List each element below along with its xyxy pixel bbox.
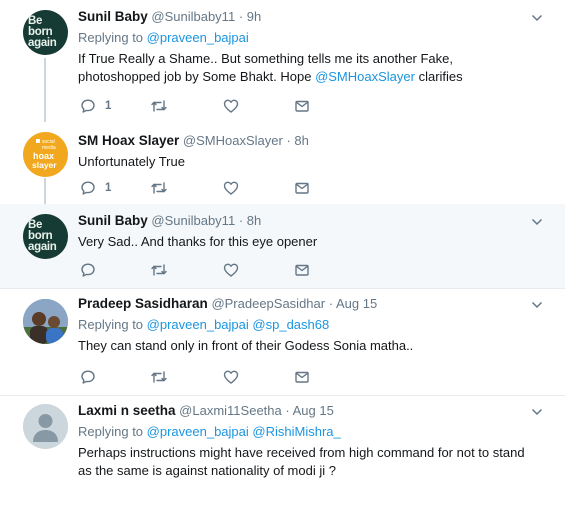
like-icon xyxy=(223,99,239,113)
retweet-button[interactable] xyxy=(150,261,168,279)
mention-link[interactable]: @sp_dash68 xyxy=(252,317,329,332)
svg-text:slayer: slayer xyxy=(32,160,57,170)
avatar[interactable]: social media hoax slayer xyxy=(23,132,68,177)
user-handle[interactable]: @Laxmi11Seetha xyxy=(179,403,282,418)
reply-count: 1 xyxy=(105,100,112,112)
tweet-5[interactable]: Laxmi n seetha @Laxmi11Seetha · Aug 15 R… xyxy=(0,396,565,526)
retweet-button[interactable] xyxy=(150,97,168,115)
separator-dot: · xyxy=(328,296,334,311)
display-name[interactable]: Sunil Baby xyxy=(78,9,148,24)
tweet-3[interactable]: Be born again Sunil Baby @Sunilbaby11 · … xyxy=(0,204,565,288)
separator-dot: · xyxy=(238,213,244,228)
reply-button[interactable] xyxy=(80,368,96,386)
tweet-header: Sunil Baby @Sunilbaby11 · 8h xyxy=(78,212,525,230)
timestamp[interactable]: Aug 15 xyxy=(293,403,334,418)
dm-button[interactable] xyxy=(294,261,310,279)
chevron-down-icon[interactable] xyxy=(531,12,543,24)
avatar-text: again xyxy=(28,37,57,49)
reply-button[interactable]: 1 xyxy=(80,179,111,197)
retweet-icon xyxy=(151,264,167,276)
tweet-feed: Be born again Sunil Baby @Sunilbaby11 · … xyxy=(0,0,565,526)
user-handle[interactable]: @Sunilbaby11 xyxy=(151,213,235,228)
user-handle[interactable]: @PradeepSasidhar xyxy=(211,296,325,311)
dm-icon xyxy=(295,371,309,383)
tweet-header: Sunil Baby @Sunilbaby11 · 9h xyxy=(78,8,525,26)
like-button[interactable] xyxy=(223,179,239,197)
display-name[interactable]: Laxmi n seetha xyxy=(78,403,176,418)
chevron-down-icon[interactable] xyxy=(531,299,543,311)
tweet-4[interactable]: Pradeep Sasidharan @PradeepSasidhar · Au… xyxy=(0,289,565,395)
tweet-header: Pradeep Sasidharan @PradeepSasidhar · Au… xyxy=(78,295,525,313)
replying-to-label: Replying to xyxy=(78,317,144,332)
retweet-icon xyxy=(151,100,167,112)
tweet-text-part: clarifies xyxy=(414,69,463,84)
separator-dot: · xyxy=(238,9,244,24)
dm-button[interactable] xyxy=(294,97,310,115)
timestamp[interactable]: 9h xyxy=(247,9,261,24)
separator-dot: · xyxy=(285,403,290,418)
avatar[interactable] xyxy=(23,404,68,449)
default-profile-icon xyxy=(23,404,68,449)
like-button[interactable] xyxy=(223,97,239,115)
user-handle[interactable]: @SMHoaxSlayer xyxy=(183,133,283,148)
dm-button[interactable] xyxy=(294,179,310,197)
replying-to: Replying to @praveen_bajpai @sp_dash68 xyxy=(78,316,525,334)
reply-icon xyxy=(81,263,95,277)
avatar[interactable] xyxy=(23,299,68,344)
mention-link[interactable]: @praveen_bajpai xyxy=(147,30,249,45)
replying-to: Replying to @praveen_bajpai @RishiMishra… xyxy=(78,423,525,441)
reply-count: 1 xyxy=(105,182,112,194)
display-name[interactable]: Pradeep Sasidharan xyxy=(78,296,208,311)
profile-photo xyxy=(23,299,68,344)
tweet-2[interactable]: social media hoax slayer SM Hoax Slayer … xyxy=(0,122,565,204)
display-name[interactable]: SM Hoax Slayer xyxy=(78,133,179,148)
user-handle[interactable]: @Sunilbaby11 xyxy=(151,9,235,24)
retweet-button[interactable] xyxy=(150,179,168,197)
reply-button[interactable] xyxy=(80,261,96,279)
avatar-text: again xyxy=(28,241,57,253)
like-icon xyxy=(223,181,239,195)
replying-to-label: Replying to xyxy=(78,30,144,45)
mention-link[interactable]: @SMHoaxSlayer xyxy=(315,69,415,84)
dm-icon xyxy=(295,264,309,276)
reply-icon xyxy=(81,99,95,113)
timestamp[interactable]: 8h xyxy=(247,213,261,228)
replying-to-label: Replying to xyxy=(78,424,144,439)
tweet-text: Perhaps instructions might have received… xyxy=(78,445,525,478)
like-icon xyxy=(223,370,239,384)
separator-dot: · xyxy=(286,133,291,148)
retweet-icon xyxy=(151,371,167,383)
tweet-text: They can stand only in front of their Go… xyxy=(78,338,414,353)
reply-icon xyxy=(81,370,95,384)
timestamp[interactable]: 8h xyxy=(294,133,308,148)
timestamp[interactable]: Aug 15 xyxy=(336,296,377,311)
tweet-1[interactable]: Be born again Sunil Baby @Sunilbaby11 · … xyxy=(0,0,565,122)
reply-button[interactable]: 1 xyxy=(80,97,111,115)
mention-link[interactable]: @praveen_bajpai xyxy=(147,424,249,439)
tweet-text: Very Sad.. And thanks for this eye opene… xyxy=(78,234,318,249)
like-button[interactable] xyxy=(223,368,239,386)
like-button[interactable] xyxy=(223,261,239,279)
dm-icon xyxy=(295,100,309,112)
mention-link[interactable]: @praveen_bajpai xyxy=(147,317,249,332)
chevron-down-icon[interactable] xyxy=(531,216,543,228)
hoax-slayer-logo: social media hoax slayer xyxy=(32,139,57,170)
avatar[interactable]: Be born again xyxy=(23,214,68,259)
tweet-text: Unfortunately True xyxy=(78,154,185,169)
reply-icon xyxy=(81,181,95,195)
retweet-button[interactable] xyxy=(150,368,168,386)
chevron-down-icon[interactable] xyxy=(531,406,543,418)
dm-button[interactable] xyxy=(294,368,310,386)
replying-to: Replying to @praveen_bajpai xyxy=(78,29,525,47)
tweet-text: If True Really a Shame.. But something t… xyxy=(78,50,525,86)
dm-icon xyxy=(295,182,309,194)
mention-link[interactable]: @RishiMishra_ xyxy=(252,424,340,439)
display-name[interactable]: Sunil Baby xyxy=(78,213,148,228)
tweet-header: SM Hoax Slayer @SMHoaxSlayer · 8h xyxy=(78,132,525,150)
avatar[interactable]: Be born again xyxy=(23,10,68,55)
tweet-header: Laxmi n seetha @Laxmi11Seetha · Aug 15 xyxy=(78,402,525,420)
like-icon xyxy=(223,263,239,277)
retweet-icon xyxy=(151,182,167,194)
